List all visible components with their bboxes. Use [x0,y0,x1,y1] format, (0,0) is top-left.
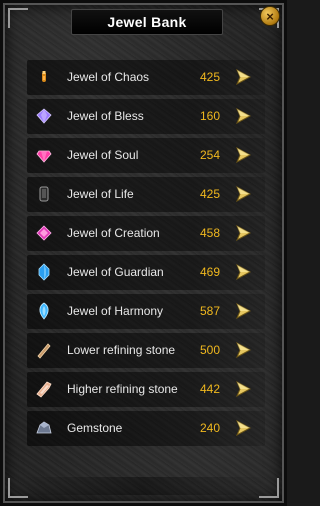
withdraw-arrow-button[interactable] [233,262,253,282]
jewel-count: 500 [199,343,220,357]
jewel-row: Lower refining stone 500 [27,333,265,368]
gemstone-icon [35,419,53,437]
arrow-right-icon [235,302,252,320]
arrow-right-icon [235,380,252,398]
higher-refining-stone-icon [35,380,53,398]
jewel-name: Lower refining stone [67,343,176,357]
withdraw-arrow-button[interactable] [233,340,253,360]
title-bar: Jewel Bank [71,9,223,35]
withdraw-arrow-button[interactable] [233,67,253,87]
jewel-name: Jewel of Bless [67,109,144,123]
withdraw-arrow-button[interactable] [233,379,253,399]
jewel-name: Jewel of Life [67,187,134,201]
bless-jewel-icon [35,107,53,125]
jewel-count: 254 [199,148,220,162]
arrow-right-icon [235,185,252,203]
jewel-list: Jewel of Chaos 425 Jewel of Bless 160 Je… [27,60,265,450]
jewel-row: Jewel of Chaos 425 [27,60,265,95]
jewel-bank-window: Jewel Bank × Jewel of Chaos 425 Jewel of… [0,0,287,506]
jewel-count: 425 [199,70,220,84]
close-icon: × [266,8,274,24]
jewel-count: 160 [199,109,220,123]
jewel-count: 587 [199,304,220,318]
withdraw-arrow-button[interactable] [233,145,253,165]
withdraw-arrow-button[interactable] [233,223,253,243]
creation-jewel-icon [35,224,53,242]
jewel-row: Jewel of Bless 160 [27,99,265,134]
jewel-row: Jewel of Creation 458 [27,216,265,251]
bottom-decoration [13,477,274,495]
withdraw-arrow-button[interactable] [233,418,253,438]
arrow-right-icon [235,224,252,242]
lower-refining-stone-icon [35,341,53,359]
life-jewel-icon [35,185,53,203]
withdraw-arrow-button[interactable] [233,301,253,321]
jewel-name: Higher refining stone [67,382,178,396]
jewel-count: 425 [199,187,220,201]
window-title: Jewel Bank [107,14,187,30]
chaos-jewel-icon [35,68,53,86]
withdraw-arrow-button[interactable] [233,106,253,126]
jewel-row: Jewel of Life 425 [27,177,265,212]
jewel-row: Jewel of Harmony 587 [27,294,265,329]
arrow-right-icon [235,68,252,86]
harmony-jewel-icon [35,302,53,320]
jewel-row: Gemstone 240 [27,411,265,446]
soul-jewel-icon [35,146,53,164]
guardian-jewel-icon [35,263,53,281]
close-button[interactable]: × [260,6,280,26]
jewel-count: 442 [199,382,220,396]
jewel-name: Jewel of Soul [67,148,139,162]
withdraw-arrow-button[interactable] [233,184,253,204]
frame-corner [8,8,28,28]
jewel-name: Jewel of Harmony [67,304,164,318]
arrow-right-icon [235,107,252,125]
jewel-name: Gemstone [67,421,123,435]
arrow-right-icon [235,419,252,437]
jewel-name: Jewel of Creation [67,226,160,240]
arrow-right-icon [235,263,252,281]
jewel-name: Jewel of Chaos [67,70,150,84]
jewel-count: 240 [199,421,220,435]
jewel-name: Jewel of Guardian [67,265,164,279]
jewel-count: 458 [199,226,220,240]
jewel-row: Jewel of Soul 254 [27,138,265,173]
jewel-count: 469 [199,265,220,279]
jewel-row: Higher refining stone 442 [27,372,265,407]
arrow-right-icon [235,341,252,359]
arrow-right-icon [235,146,252,164]
jewel-row: Jewel of Guardian 469 [27,255,265,290]
